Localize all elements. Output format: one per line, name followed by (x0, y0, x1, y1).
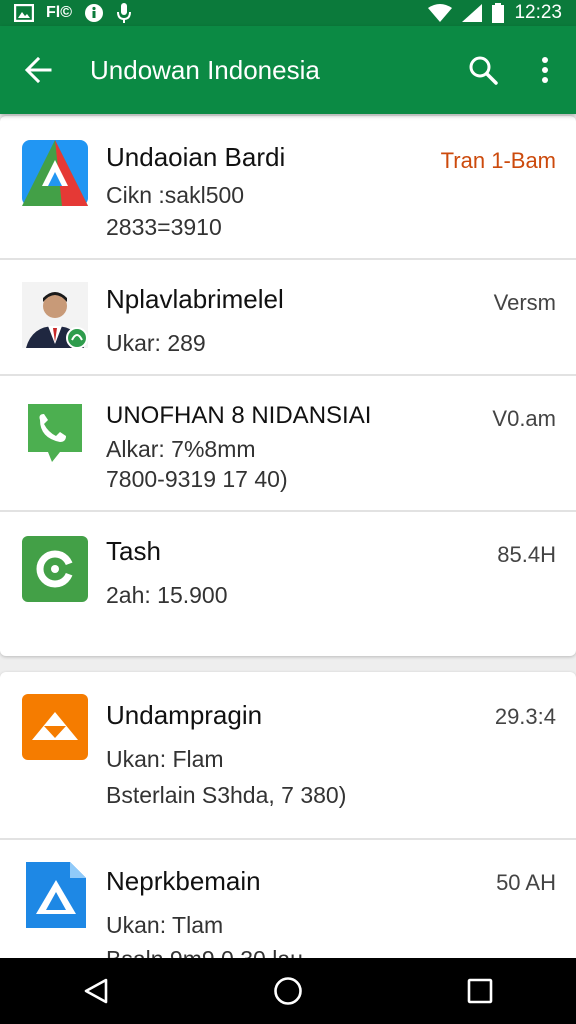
nav-back-button[interactable] (46, 958, 146, 1024)
item-title: Undaoian Bardi (106, 142, 286, 172)
list-item[interactable]: Neprkbemain Ukan: Tlam Bsaln 9m9 0 30 la… (0, 840, 576, 972)
info-notification-icon (85, 4, 104, 22)
wifi-icon (428, 4, 453, 22)
status-left: Fl© (14, 2, 132, 24)
item-subtitle: Ukar: 289 (106, 330, 206, 356)
item-meta: Versm (493, 290, 556, 315)
status-right: 12:23 (428, 2, 562, 24)
list-item[interactable]: Undampragin Ukan: Flam Bsterlain S3hda, … (0, 672, 576, 840)
list-item[interactable]: Tash 2ah: 15.900 85.4H (0, 512, 576, 656)
item-subtitle: Ukan: Flam (106, 746, 224, 772)
mic-notification-icon (117, 3, 132, 23)
list-item[interactable]: Nplavlabrimelel Ukar: 289 Versm (0, 260, 576, 376)
item-detail: 7800-9319 17 40) (106, 466, 288, 492)
nav-home-button[interactable] (238, 958, 338, 1024)
status-bar: Fl© 12:23 (0, 0, 576, 26)
item-title: Neprkbemain (106, 866, 261, 896)
list-item[interactable]: Undaoian Bardi Cikn :sakl500 2833=3910 T… (0, 116, 576, 260)
app-title: Undowan Indonesia (90, 54, 320, 85)
item-detail: Bsterlain S3hda, 7 380) (106, 782, 347, 808)
nav-back-icon (84, 978, 108, 1004)
item-meta: 50 AH (496, 870, 556, 895)
app-bar: Undowan Indonesia (0, 26, 576, 114)
profile-photo-icon (22, 282, 88, 348)
back-button[interactable] (0, 26, 76, 114)
phone-chat-icon (28, 404, 82, 462)
item-detail: 2833=3910 (106, 214, 222, 240)
nav-home-icon (274, 977, 302, 1005)
item-meta: V0.am (492, 406, 556, 431)
item-subtitle: Alkar: 7%8mm (106, 436, 256, 462)
signal-icon (462, 4, 483, 22)
search-icon (469, 56, 498, 85)
gallery-notification-icon (14, 4, 34, 22)
search-button[interactable] (452, 26, 514, 114)
battery-icon (492, 3, 505, 23)
carrier-text: Fl© (46, 4, 73, 21)
list-item[interactable]: UNOFHAN 8 NIDANSIAI Alkar: 7%8mm 7800-93… (0, 376, 576, 512)
navigation-bar (0, 958, 576, 1024)
item-title: Undampragin (106, 700, 263, 730)
clock: 12:23 (514, 2, 562, 23)
item-title: UNOFHAN 8 NIDANSIAI (106, 402, 372, 429)
screen: Fl© 12:23 Undowan Indonesia Undaoian Bar… (0, 0, 576, 1024)
list-card-1: Undaoian Bardi Cikn :sakl500 2833=3910 T… (0, 116, 576, 656)
item-title: Nplavlabrimelel (106, 284, 284, 314)
item-subtitle: Ukan: Tlam (106, 912, 224, 938)
item-title: Tash (106, 536, 161, 566)
item-subtitle: Cikn :sakl500 (106, 182, 245, 208)
item-meta: 85.4H (497, 542, 556, 567)
nav-recents-button[interactable] (430, 958, 530, 1024)
blue-triangle-icon (26, 862, 86, 928)
more-vert-icon (542, 57, 548, 83)
refresh-circle-icon (22, 536, 88, 602)
arrow-back-icon (24, 56, 52, 84)
orange-triangle-icon (22, 694, 88, 760)
nav-recents-icon (467, 978, 493, 1004)
triangle-logo-icon (22, 140, 88, 206)
list-card-2: Undampragin Ukan: Flam Bsterlain S3hda, … (0, 672, 576, 972)
item-meta: 29.3:4 (494, 704, 556, 729)
item-meta: Tran 1-Bam (440, 148, 556, 173)
item-subtitle: 2ah: 15.900 (106, 582, 228, 608)
overflow-menu-button[interactable] (514, 26, 576, 114)
